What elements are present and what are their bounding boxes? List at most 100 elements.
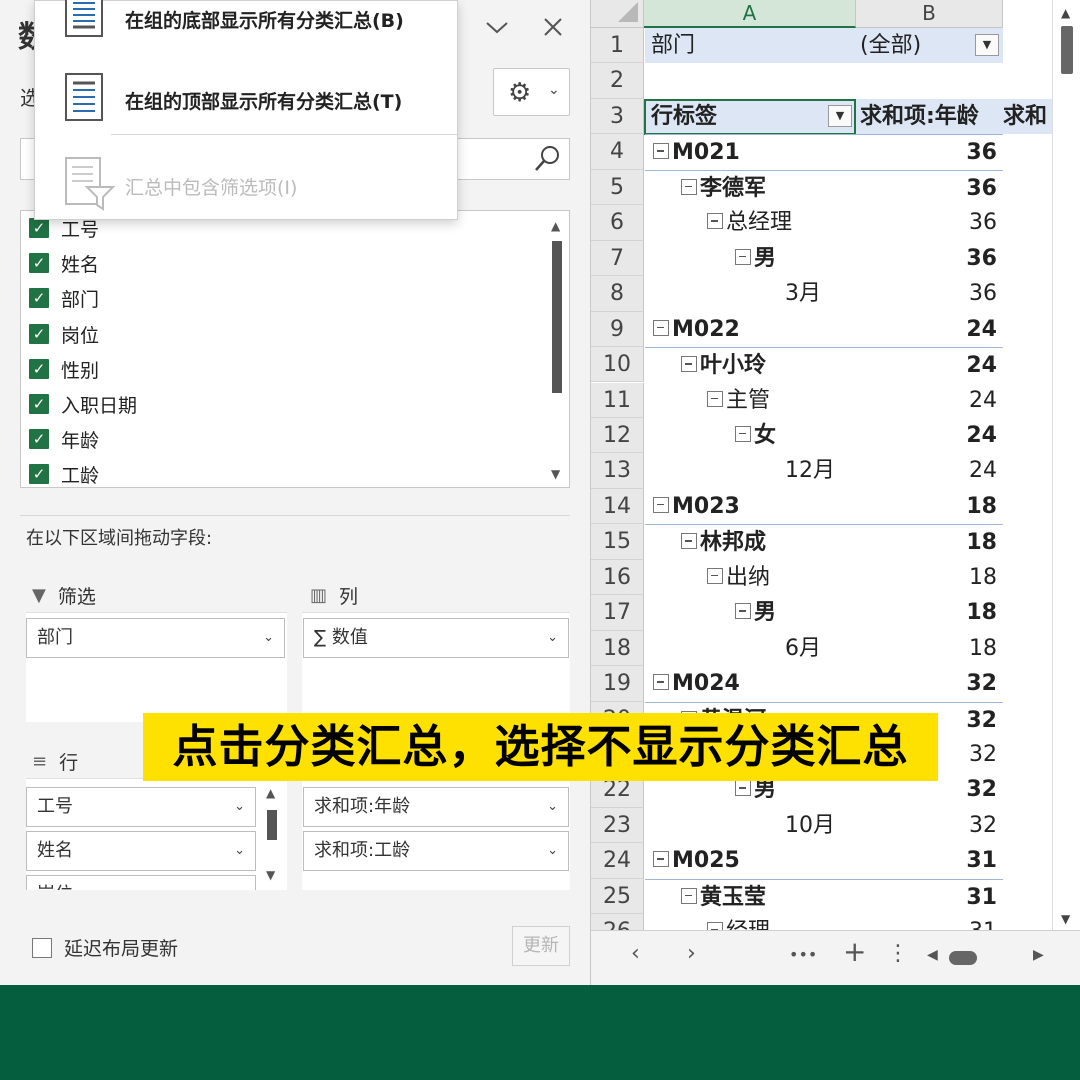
prev-sheet-icon[interactable]: ‹ [631, 941, 640, 966]
field-item[interactable]: ✓ 年龄 [29, 424, 99, 454]
cell-b[interactable]: 24 [856, 347, 1003, 382]
scroll-left-icon[interactable]: ◀ [927, 947, 938, 963]
row-number[interactable]: 23 [591, 807, 644, 844]
menu-item-show-top[interactable]: 在组的顶部显示所有分类汇总(T) [35, 67, 459, 127]
more-sheets-icon[interactable]: ••• [789, 945, 817, 964]
cell-a[interactable]: 3月 [645, 276, 856, 311]
cell-a[interactable]: M021 [645, 134, 856, 169]
cell-a[interactable]: 10月 [645, 808, 856, 843]
cell-a[interactable]: M023 [645, 489, 856, 524]
cell-b[interactable]: 18 [856, 631, 1003, 666]
cell-a[interactable]: 林邦成 [645, 524, 856, 559]
scroll-up-icon[interactable]: ▲ [266, 786, 275, 800]
field-item[interactable]: ✓ 姓名 [29, 248, 99, 278]
checkbox-checked-icon[interactable]: ✓ [29, 464, 49, 484]
cell-a[interactable]: 部门 [645, 28, 856, 64]
checkbox-checked-icon[interactable]: ✓ [29, 288, 49, 308]
scroll-thumb[interactable] [1061, 26, 1073, 74]
row-number[interactable]: 25 [591, 878, 644, 915]
vertical-dots-icon[interactable]: ⋮ [887, 941, 909, 966]
row-number[interactable]: 7 [591, 240, 644, 277]
collapse-toggle-icon[interactable] [681, 887, 697, 904]
scroll-up-icon[interactable]: ▲ [1061, 6, 1070, 20]
collapse-toggle-icon[interactable] [707, 213, 723, 230]
cell-b[interactable]: 32 [856, 808, 1003, 843]
cell-b[interactable]: 36 [856, 134, 1003, 169]
cell-b[interactable]: 36 [856, 205, 1003, 240]
collapse-toggle-icon[interactable] [653, 851, 669, 868]
rows-field-dropdown[interactable]: 工号 ⌄ [26, 787, 256, 827]
collapse-toggle-icon[interactable] [681, 533, 697, 550]
worksheet[interactable]: A B 1 部门 (全部) ▼ 2 3 行标签 ▼ 求和项:年龄 求和 4 M021 36 5 李德军 36 6… [590, 0, 1080, 930]
checkbox-checked-icon[interactable]: ✓ [29, 394, 49, 414]
rows-area[interactable]: 工号 ⌄ 姓名 ⌄ 岗位 ⌄ [26, 778, 287, 890]
cell-b[interactable]: 24 [856, 312, 1003, 347]
row-number[interactable]: 4 [591, 134, 644, 170]
cell-b[interactable]: 18 [856, 489, 1003, 524]
cell-a[interactable]: 总经理 [645, 205, 856, 240]
scroll-down-icon[interactable]: ▼ [551, 467, 560, 481]
row-number[interactable]: 12 [591, 417, 644, 454]
update-button[interactable]: 更新 [512, 926, 570, 966]
cell-a[interactable]: 6月 [645, 631, 856, 666]
cell-a[interactable]: 黄玉莹 [645, 878, 856, 914]
menu-item-include-filtered[interactable]: 汇总中包含筛选项(I) [35, 151, 459, 211]
defer-layout-checkbox[interactable]: 延迟布局更新 [32, 934, 178, 961]
values-field-dropdown[interactable]: 求和项:工龄 ⌄ [303, 831, 569, 871]
cell-b[interactable]: 36 [856, 276, 1003, 311]
row-number[interactable]: 9 [591, 311, 644, 348]
cell-a[interactable]: 12月 [645, 453, 856, 488]
collapse-toggle-icon[interactable] [735, 780, 751, 797]
row-number[interactable]: 3 [591, 98, 644, 135]
cell-b[interactable]: 24 [856, 383, 1003, 418]
collapse-toggle-icon[interactable] [735, 603, 751, 620]
field-item[interactable]: ✓ 工龄 [29, 459, 99, 487]
vertical-scrollbar[interactable]: ▲ ▼ [1052, 0, 1080, 930]
collapse-toggle-icon[interactable] [707, 567, 723, 584]
cell-b[interactable]: 18 [856, 560, 1003, 595]
scroll-thumb[interactable] [552, 241, 562, 393]
field-list-scrollbar[interactable]: ▲ ▼ [549, 219, 565, 481]
cell-b[interactable]: 31 [856, 878, 1003, 914]
row-number[interactable]: 10 [591, 347, 644, 383]
rows-field-dropdown[interactable]: 岗位 ⌄ [26, 875, 256, 890]
cell-a[interactable]: 男 [645, 595, 856, 630]
column-header-b[interactable]: B [856, 0, 1003, 28]
cell-b[interactable]: (全部) ▼ [856, 28, 1003, 64]
cell-a[interactable]: 男 [645, 241, 856, 276]
collapse-toggle-icon[interactable] [681, 178, 697, 195]
cell-b[interactable]: 18 [856, 595, 1003, 630]
field-item[interactable]: ✓ 岗位 [29, 319, 99, 349]
cell-b[interactable]: 24 [856, 453, 1003, 488]
next-sheet-icon[interactable]: › [687, 941, 696, 966]
collapse-toggle-icon[interactable] [681, 356, 697, 373]
row-number[interactable]: 13 [591, 453, 644, 489]
cell-b[interactable]: 24 [856, 418, 1003, 453]
cell-a[interactable]: 叶小玲 [645, 347, 856, 382]
scroll-thumb[interactable] [267, 810, 277, 840]
cell-b[interactable]: 36 [856, 241, 1003, 276]
cell-a[interactable]: M025 [645, 843, 856, 878]
values-area[interactable]: 求和项:年龄 ⌄ 求和项:工龄 ⌄ [302, 778, 570, 890]
row-number[interactable]: 24 [591, 843, 644, 879]
row-number[interactable]: 11 [591, 382, 644, 418]
cell-a[interactable]: 李德军 [645, 169, 856, 205]
field-settings-button[interactable]: ⚙ ⌄ [493, 68, 570, 116]
field-item[interactable]: ✓ 入职日期 [29, 389, 137, 419]
cell-a[interactable]: 出纳 [645, 560, 856, 595]
scroll-down-icon[interactable]: ▼ [266, 868, 275, 882]
row-number[interactable]: 1 [591, 28, 644, 64]
cell-a[interactable]: 经理 [645, 914, 856, 930]
row-number[interactable]: 5 [591, 169, 644, 206]
checkbox-unchecked-icon[interactable] [32, 937, 52, 958]
cell-b[interactable]: 求和项:年龄 [856, 98, 1003, 135]
row-number[interactable]: 26 [591, 914, 644, 930]
row-number[interactable]: 19 [591, 666, 644, 702]
page-filter-button[interactable]: ▼ [975, 34, 999, 56]
cell-b[interactable]: 32 [856, 666, 1003, 701]
rows-field-dropdown[interactable]: 姓名 ⌄ [26, 831, 256, 871]
collapse-toggle-icon[interactable] [735, 248, 751, 265]
row-number[interactable]: 18 [591, 630, 644, 667]
add-sheet-icon[interactable]: + [843, 935, 866, 968]
collapse-toggle-icon[interactable] [653, 143, 669, 160]
